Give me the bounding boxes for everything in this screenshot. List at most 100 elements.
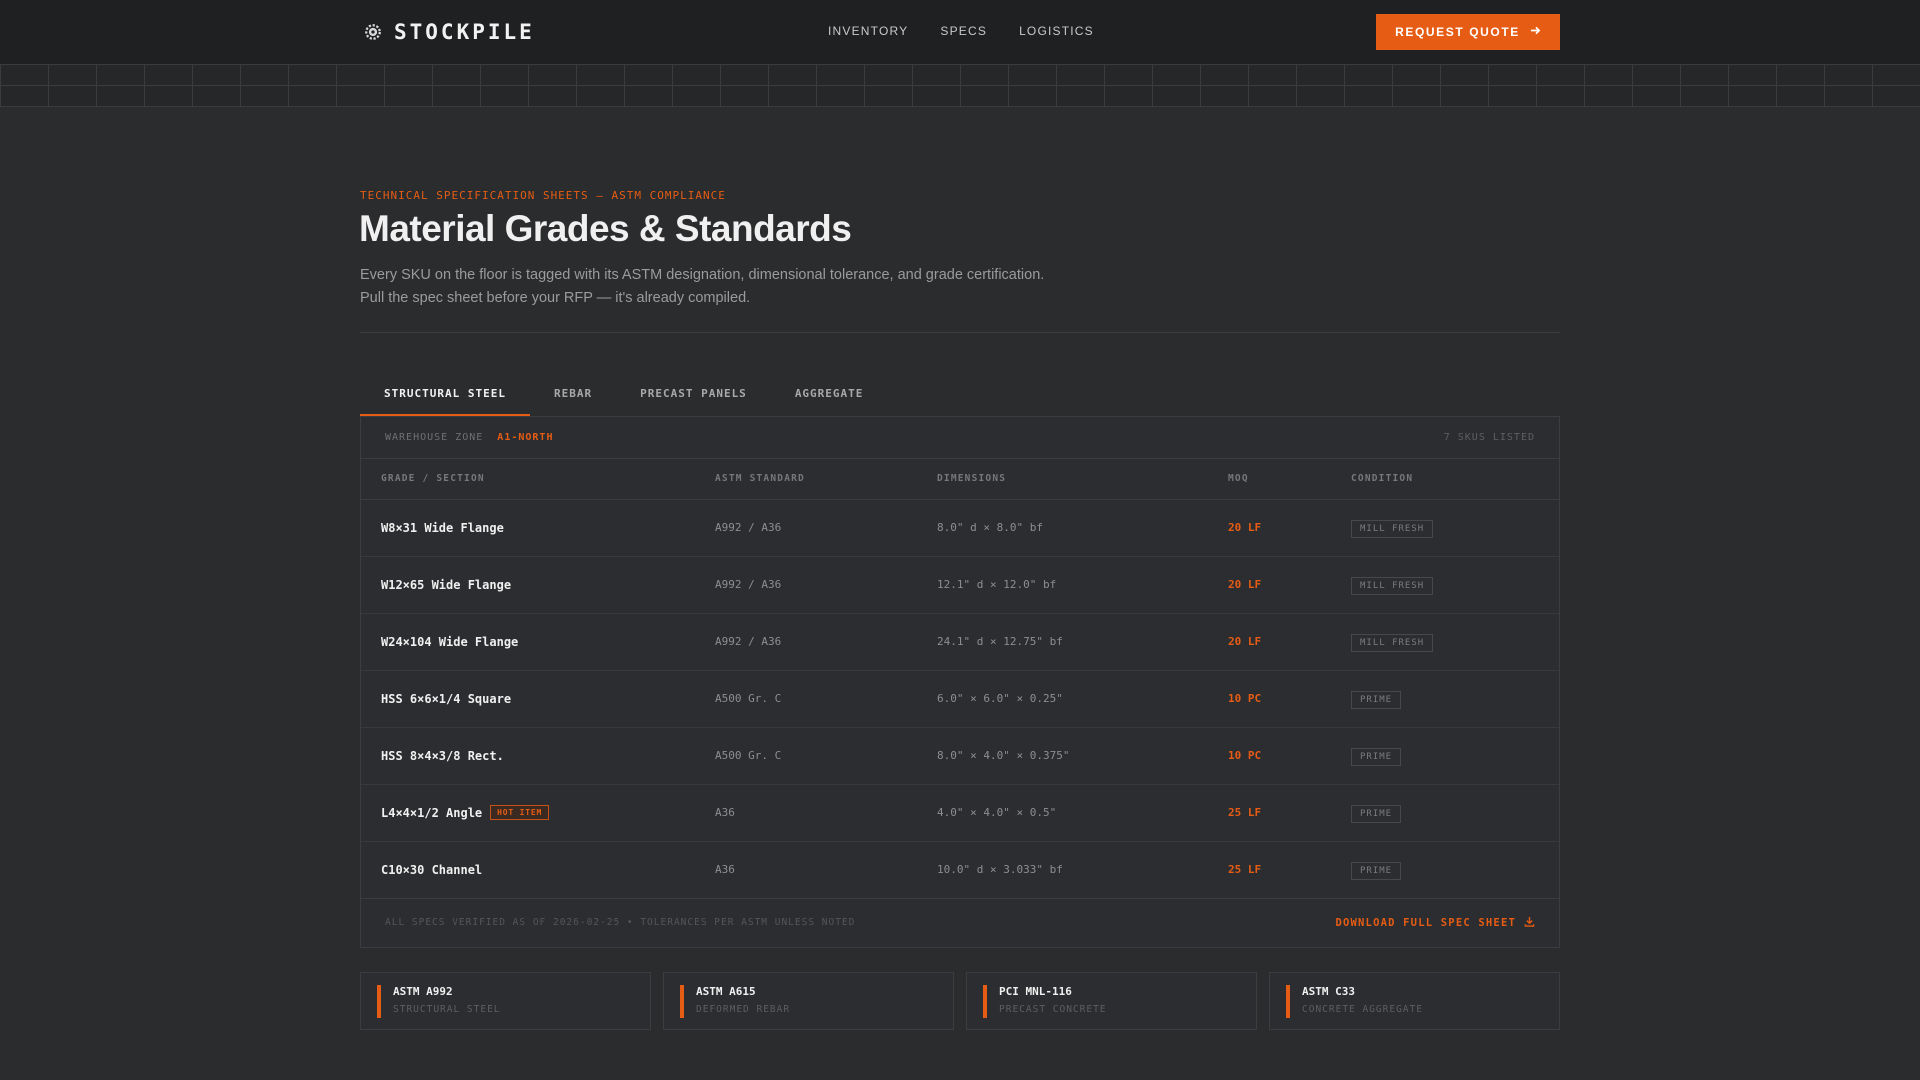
hot-item-badge: HOT ITEM	[490, 804, 550, 820]
column-header-dimensions: DIMENSIONS	[937, 459, 1228, 500]
eyebrow-label: TECHNICAL SPECIFICATION SHEETS — ASTM CO…	[360, 189, 726, 202]
moq: 10 PC	[1228, 670, 1351, 728]
zone-value: A1-NORTH	[497, 432, 554, 443]
moq: 10 PC	[1228, 727, 1351, 785]
condition-badge: PRIME	[1351, 861, 1402, 880]
standard-description: STRUCTURAL STEEL	[393, 1004, 501, 1015]
dimensions: 8.0" × 4.0" × 0.375"	[937, 727, 1228, 785]
standard-description: PRECAST CONCRETE	[999, 1004, 1107, 1015]
grade-section: W8×31 Wide Flange	[381, 520, 504, 535]
grade-section: L4×4×1/2 Angle	[381, 805, 483, 820]
nav-link-inventory[interactable]: INVENTORY	[828, 24, 908, 38]
decorative-grid-strip	[0, 64, 1920, 107]
moq: 20 LF	[1228, 556, 1351, 614]
astm-standard: A36	[715, 784, 937, 842]
intro-paragraph: Every SKU on the floor is tagged with it…	[360, 264, 1080, 310]
condition-badge: MILL FRESH	[1351, 633, 1434, 652]
astm-standard: A992 / A36	[715, 613, 937, 671]
moq: 25 LF	[1228, 841, 1351, 899]
request-quote-label: REQUEST QUOTE	[1395, 25, 1520, 39]
category-tabs: STRUCTURAL STEEL REBAR PRECAST PANELS AG…	[360, 373, 887, 416]
grade-section: C10×30 Channel	[381, 862, 483, 877]
grade-section: W12×65 Wide Flange	[381, 577, 512, 592]
standard-description: CONCRETE AGGREGATE	[1302, 1004, 1423, 1015]
moq: 20 LF	[1228, 613, 1351, 671]
dimensions: 6.0" × 6.0" × 0.25"	[937, 670, 1228, 728]
grade-section: HSS 8×4×3/8 Rect.	[381, 748, 504, 763]
sku-count: 7 SKUS LISTED	[1443, 432, 1535, 443]
table-row[interactable]: L4×4×1/2 Angle HOT ITEM A36 4.0" × 4.0" ×…	[361, 784, 1559, 842]
request-quote-button[interactable]: REQUEST QUOTE	[1376, 14, 1560, 50]
gear-icon	[364, 23, 382, 41]
standards-cards: ASTM A992 STRUCTURAL STEEL ASTM A615 DEF…	[360, 972, 1560, 1030]
standard-card[interactable]: ASTM A992 STRUCTURAL STEEL	[360, 972, 651, 1030]
standard-description: DEFORMED REBAR	[696, 1004, 791, 1015]
column-header-grade: GRADE / SECTION	[361, 459, 715, 500]
astm-standard: A500 Gr. C	[715, 727, 937, 785]
astm-standard: A992 / A36	[715, 499, 937, 557]
tab-rebar[interactable]: REBAR	[530, 373, 616, 416]
download-label: DOWNLOAD FULL SPEC SHEET	[1335, 916, 1516, 929]
standard-code: ASTM A992	[393, 985, 453, 998]
zone-label: WAREHOUSE ZONE	[385, 432, 484, 443]
dimensions: 12.1" d × 12.0" bf	[937, 556, 1228, 614]
standard-card[interactable]: ASTM C33 CONCRETE AGGREGATE	[1269, 972, 1560, 1030]
moq: 20 LF	[1228, 499, 1351, 557]
condition-badge: PRIME	[1351, 804, 1402, 823]
zone-bar: WAREHOUSE ZONE A1-NORTH 7 SKUS LISTED	[361, 417, 1559, 459]
card-accent-bar	[1286, 985, 1290, 1018]
moq: 25 LF	[1228, 784, 1351, 842]
condition-badge: MILL FRESH	[1351, 519, 1434, 538]
brand-name: STOCKPILE	[394, 20, 535, 44]
tab-precast-panels[interactable]: PRECAST PANELS	[616, 373, 771, 416]
astm-standard: A500 Gr. C	[715, 670, 937, 728]
grade-section: HSS 6×6×1/4 Square	[381, 691, 512, 706]
intro-line-1: Every SKU on the floor is tagged with it…	[360, 267, 1045, 283]
section-divider	[360, 332, 1560, 333]
spec-table-panel: WAREHOUSE ZONE A1-NORTH 7 SKUS LISTED GR…	[360, 416, 1560, 948]
dimensions: 10.0" d × 3.033" bf	[937, 841, 1228, 899]
nav-link-logistics[interactable]: LOGISTICS	[1019, 24, 1094, 38]
table-row[interactable]: W8×31 Wide Flange A992 / A36 8.0" d × 8.…	[361, 499, 1559, 557]
brand-logo[interactable]: STOCKPILE	[364, 19, 535, 45]
dimensions: 8.0" d × 8.0" bf	[937, 499, 1228, 557]
card-accent-bar	[983, 985, 987, 1018]
arrow-right-icon	[1530, 25, 1541, 39]
standard-code: ASTM C33	[1302, 985, 1355, 998]
column-header-moq: MOQ	[1228, 459, 1351, 500]
column-header-condition: CONDITION	[1351, 459, 1559, 500]
table-header-row: GRADE / SECTION ASTM STANDARD DIMENSIONS…	[361, 459, 1559, 500]
page-title: Material Grades & Standards	[359, 208, 852, 249]
table-row[interactable]: W12×65 Wide Flange A992 / A36 12.1" d × …	[361, 556, 1559, 614]
card-accent-bar	[377, 985, 381, 1018]
download-spec-sheet-link[interactable]: DOWNLOAD FULL SPEC SHEET	[1335, 916, 1535, 930]
spec-table: GRADE / SECTION ASTM STANDARD DIMENSIONS…	[361, 459, 1559, 899]
table-row[interactable]: HSS 8×4×3/8 Rect. A500 Gr. C 8.0" × 4.0"…	[361, 727, 1559, 785]
tab-aggregate[interactable]: AGGREGATE	[771, 373, 888, 416]
card-accent-bar	[680, 985, 684, 1018]
condition-badge: PRIME	[1351, 690, 1402, 709]
table-row[interactable]: HSS 6×6×1/4 Square A500 Gr. C 6.0" × 6.0…	[361, 670, 1559, 728]
download-icon	[1524, 916, 1535, 930]
standard-card[interactable]: PCI MNL-116 PRECAST CONCRETE	[966, 972, 1257, 1030]
table-row[interactable]: C10×30 Channel A36 10.0" d × 3.033" bf 2…	[361, 841, 1559, 899]
grade-section: W24×104 Wide Flange	[381, 634, 519, 649]
nav-link-specs[interactable]: SPECS	[940, 24, 987, 38]
standard-code: PCI MNL-116	[999, 985, 1072, 998]
main-nav: INVENTORY SPECS LOGISTICS	[828, 24, 1094, 38]
top-navigation-bar: STOCKPILE INVENTORY SPECS LOGISTICS REQU…	[0, 0, 1920, 64]
tab-structural-steel[interactable]: STRUCTURAL STEEL	[360, 373, 530, 416]
intro-line-2: Pull the spec sheet before your RFP — it…	[360, 290, 751, 306]
standard-code: ASTM A615	[696, 985, 756, 998]
condition-badge: MILL FRESH	[1351, 576, 1434, 595]
condition-badge: PRIME	[1351, 747, 1402, 766]
astm-standard: A992 / A36	[715, 556, 937, 614]
table-footer: ALL SPECS VERIFIED AS OF 2026-02-25 • TO…	[361, 899, 1559, 947]
standard-card[interactable]: ASTM A615 DEFORMED REBAR	[663, 972, 954, 1030]
verification-note: ALL SPECS VERIFIED AS OF 2026-02-25 • TO…	[385, 917, 856, 928]
dimensions: 24.1" d × 12.75" bf	[937, 613, 1228, 671]
table-row[interactable]: W24×104 Wide Flange A992 / A36 24.1" d ×…	[361, 613, 1559, 671]
dimensions: 4.0" × 4.0" × 0.5"	[937, 784, 1228, 842]
column-header-astm: ASTM STANDARD	[715, 459, 937, 500]
astm-standard: A36	[715, 841, 937, 899]
